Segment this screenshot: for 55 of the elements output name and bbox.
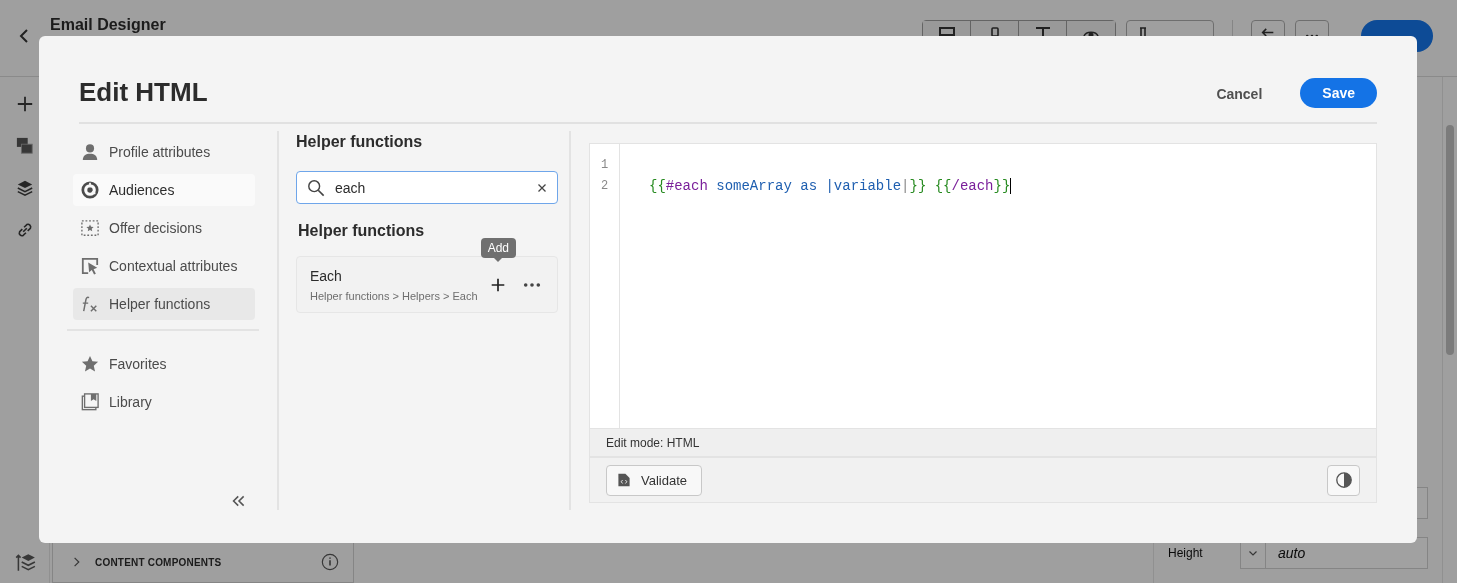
nav-item[interactable]: Favorites — [73, 348, 255, 380]
nav-item[interactable]: Profile attributes — [73, 136, 255, 168]
search-icon — [307, 178, 325, 197]
phone-icon — [990, 27, 999, 36]
pointer-box-icon — [81, 257, 99, 275]
text-icon — [1035, 27, 1050, 36]
info-icon — [321, 553, 339, 571]
chevron-down-icon — [1248, 548, 1258, 558]
nav-item[interactable]: Library — [73, 386, 255, 418]
plus-icon — [15, 95, 34, 113]
line-number: 2 — [599, 178, 610, 195]
image-stack-icon — [15, 137, 34, 155]
dialog-title: Edit HTML — [79, 77, 208, 108]
search-input[interactable]: each — [335, 179, 527, 196]
function-icon — [81, 295, 99, 313]
code-file-icon — [617, 471, 631, 489]
contrast-toggle[interactable] — [1327, 464, 1360, 496]
layers-sort-icon — [13, 551, 36, 573]
validate-button[interactable]: Validate — [606, 464, 702, 496]
dashed-star-box-icon — [81, 219, 99, 237]
close-icon — [537, 182, 547, 193]
save-button[interactable]: Save — [1300, 78, 1377, 108]
more-icon — [523, 281, 541, 288]
cancel-button[interactable]: Cancel — [1202, 80, 1277, 108]
nav-item[interactable]: Audiences — [73, 174, 255, 206]
line-number: 1 — [599, 157, 610, 174]
scrollbar-thumb[interactable] — [1446, 125, 1454, 355]
status-text: Edit mode: HTML — [590, 428, 1376, 458]
layers-icon — [15, 179, 34, 197]
rail-button[interactable] — [15, 137, 34, 155]
library-icon — [81, 393, 99, 411]
pie-chart-icon — [81, 181, 99, 199]
field-label: Height — [1168, 546, 1204, 560]
app-title: Email Designer — [50, 16, 166, 34]
nav-item[interactable]: Helper functions — [73, 288, 255, 320]
section-title: Helper functions — [298, 222, 426, 240]
section-label: CONTENT COMPONENTS — [95, 556, 222, 568]
function-path: Helper functions > Helpers > Each — [310, 289, 478, 302]
height-input[interactable]: auto — [1266, 544, 1400, 562]
double-chevron-left-icon — [231, 494, 247, 508]
plus-icon — [491, 277, 505, 292]
panel-title: Helper functions — [296, 133, 424, 151]
star-icon — [81, 355, 99, 373]
function-name: Each — [310, 267, 343, 284]
monitor-icon — [938, 27, 955, 36]
clear-button[interactable] — [537, 182, 547, 193]
person-icon — [81, 143, 99, 161]
undo-icon — [1261, 28, 1275, 36]
rail-button[interactable] — [15, 179, 34, 197]
nav-item[interactable]: Offer decisions — [73, 212, 255, 244]
rail-button[interactable] — [15, 95, 34, 113]
search-field[interactable]: each — [296, 171, 558, 204]
nav-item[interactable]: Contextual attributes — [73, 250, 255, 282]
code-line[interactable]: {{#each someArray as |variable|}} {{/each}} — [649, 176, 1012, 197]
contrast-icon — [1334, 471, 1353, 489]
